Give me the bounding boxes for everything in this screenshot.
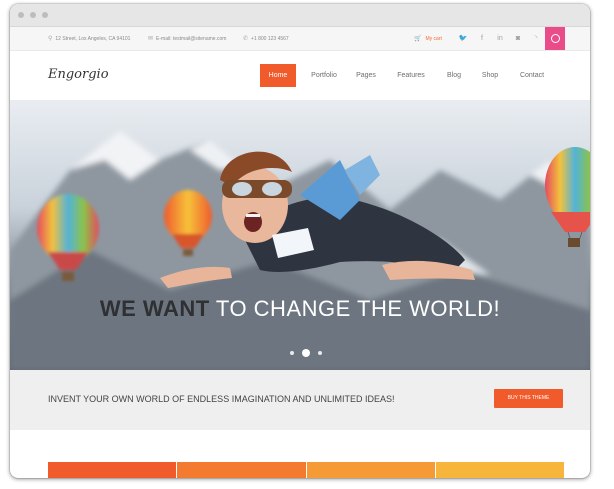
- phone-text: +1 800 123 4567: [251, 35, 289, 42]
- hero-slider: WE WANT TO CHANGE THE WORLD!: [10, 100, 590, 370]
- feature-stripe: [306, 462, 435, 478]
- cta-text: INVENT YOUR OWN WORLD OF ENDLESS IMAGINA…: [48, 394, 395, 404]
- cart-label[interactable]: My cart: [425, 36, 441, 42]
- feature-stripe: [48, 462, 177, 478]
- dribbble-icon[interactable]: [545, 27, 565, 50]
- email-info[interactable]: ✉ E-mail: testmail@sitename.com: [148, 35, 226, 43]
- site-header: Engorgio Home Portfolio Pages Features B…: [10, 51, 590, 101]
- slider-pagination: [286, 349, 326, 357]
- cart-icon: 🛒: [414, 36, 422, 42]
- hero-headline-emphasis: WE WANT: [99, 296, 210, 321]
- site-logo[interactable]: Engorgio: [48, 67, 109, 82]
- rss-icon[interactable]: ◝: [531, 34, 541, 44]
- hero-headline-rest: TO CHANGE THE WORLD!: [209, 296, 501, 321]
- address-text: 12 Street, Los Angeles, CA 94101: [55, 35, 131, 42]
- window-control-dot[interactable]: [30, 12, 36, 18]
- hero-illustration: [10, 130, 590, 370]
- location-pin-icon: ⚲: [48, 36, 53, 42]
- nav-contact[interactable]: Contact: [513, 64, 551, 87]
- call-to-action-bar: INVENT YOUR OWN WORLD OF ENDLESS IMAGINA…: [10, 370, 590, 430]
- top-info-bar: ⚲ 12 Street, Los Angeles, CA 94101 ✉ E-m…: [10, 27, 590, 51]
- nav-home[interactable]: Home: [260, 64, 296, 87]
- address-info: ⚲ 12 Street, Los Angeles, CA 94101: [48, 35, 131, 43]
- phone-icon: ✆: [243, 36, 249, 42]
- email-text[interactable]: E-mail: testmail@sitename.com: [156, 36, 226, 42]
- phone-info: ✆ +1 800 123 4567: [243, 35, 289, 43]
- envelope-icon: ✉: [148, 36, 154, 42]
- buy-theme-button[interactable]: BUY THIS THEME: [494, 389, 563, 408]
- nav-blog[interactable]: Blog: [440, 64, 468, 87]
- slider-dot[interactable]: [290, 351, 294, 355]
- hero-headline: WE WANT TO CHANGE THE WORLD!: [10, 296, 590, 322]
- browser-window: ⚲ 12 Street, Los Angeles, CA 94101 ✉ E-m…: [10, 4, 590, 478]
- slider-dot-active[interactable]: [302, 349, 310, 357]
- slider-dot[interactable]: [318, 351, 322, 355]
- nav-pages[interactable]: Pages: [350, 64, 382, 87]
- window-control-dot[interactable]: [42, 12, 48, 18]
- feature-stripe: [435, 462, 564, 478]
- instagram-icon[interactable]: ◙: [513, 34, 523, 44]
- twitter-icon[interactable]: 🐦: [458, 34, 468, 44]
- feature-color-stripes: [48, 462, 564, 478]
- window-chrome: [10, 4, 590, 27]
- nav-shop[interactable]: Shop: [476, 64, 504, 87]
- cart-link[interactable]: 🛒 My cart: [414, 35, 442, 43]
- feature-stripe: [177, 462, 306, 478]
- facebook-icon[interactable]: f: [477, 34, 487, 44]
- nav-features[interactable]: Features: [392, 64, 430, 87]
- linkedin-icon[interactable]: in: [495, 34, 505, 44]
- nav-portfolio[interactable]: Portfolio: [306, 64, 342, 87]
- window-control-dot[interactable]: [18, 12, 24, 18]
